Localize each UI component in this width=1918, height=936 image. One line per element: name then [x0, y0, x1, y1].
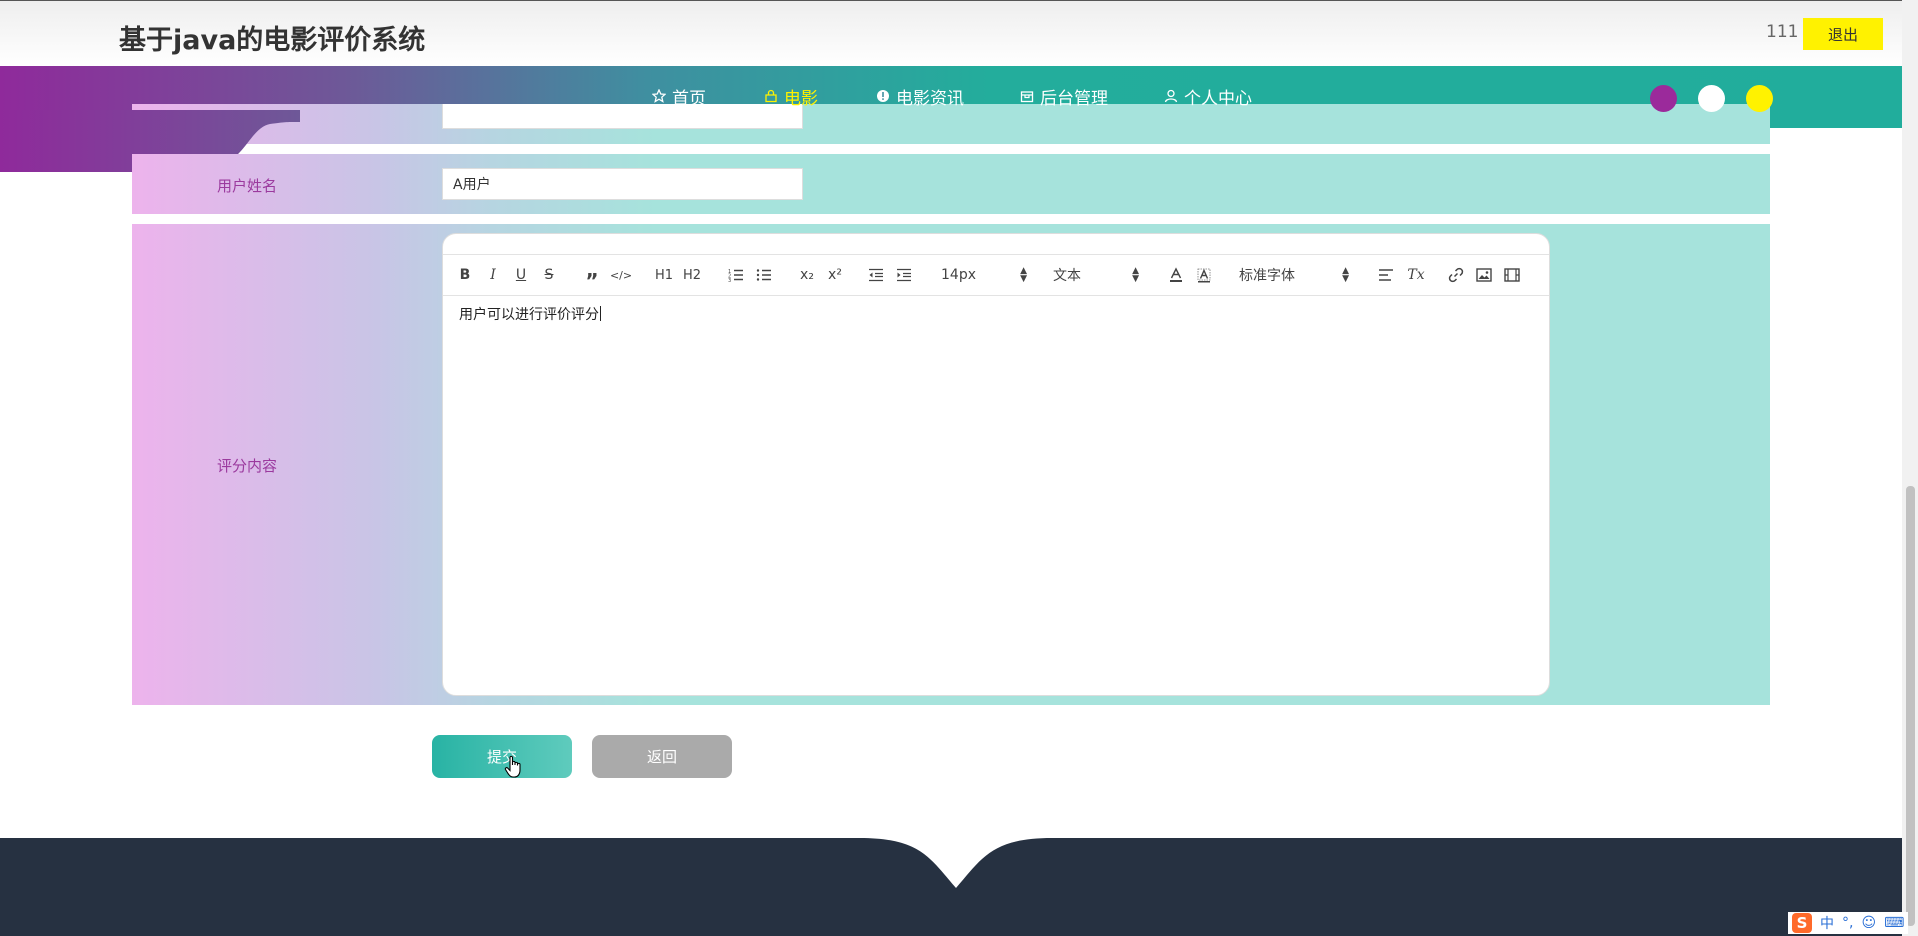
svg-text:3: 3	[728, 278, 731, 282]
editor-toolbar: B I U S ” </> H1 H2 123 x₂ x² 14px ▲ ▼ 文本…	[443, 254, 1549, 296]
align-left-icon[interactable]	[1377, 265, 1395, 285]
form-row-user-name: 用户姓名	[132, 154, 1770, 214]
bullet-list-icon[interactable]	[755, 265, 773, 285]
link-icon[interactable]	[1447, 265, 1465, 285]
scrollbar-thumb[interactable]	[1906, 486, 1915, 926]
bold-button[interactable]: B	[457, 265, 473, 285]
emoji-icon[interactable]: ☺	[1861, 915, 1876, 931]
hand-cursor-icon	[504, 755, 521, 778]
ime-toolbar: S 中 °, ☺ ⌨	[1788, 912, 1909, 934]
review-label: 评分内容	[217, 457, 278, 475]
select-arrows-icon: ▲ ▼	[1020, 266, 1027, 284]
ime-punctuation[interactable]: °,	[1842, 915, 1853, 931]
heading-1-button[interactable]: H1	[653, 265, 675, 285]
image-icon[interactable]	[1475, 265, 1493, 285]
star-icon	[652, 89, 666, 103]
font-size-select[interactable]: 14px ▲ ▼	[941, 265, 1027, 285]
superscript-button[interactable]: x²	[825, 265, 845, 285]
nav-item-label: 个人中心	[1184, 88, 1252, 109]
nav-item-label: 首页	[672, 88, 706, 109]
nav-item-admin[interactable]: 后台管理	[1020, 84, 1108, 109]
sogou-logo-icon[interactable]: S	[1792, 913, 1812, 933]
theme-dot-purple[interactable]	[1650, 85, 1677, 112]
header-type-select[interactable]: 文本 ▲ ▼	[1053, 265, 1139, 285]
form-row-previous	[132, 104, 1770, 144]
nav-item-label: 电影	[784, 88, 818, 109]
nav-item-movies[interactable]: 电影	[764, 84, 818, 109]
rich-text-editor: B I U S ” </> H1 H2 123 x₂ x² 14px ▲ ▼ 文本…	[442, 233, 1550, 696]
font-family-value: 标准字体	[1239, 268, 1295, 284]
ordered-list-icon[interactable]: 123	[727, 265, 745, 285]
theme-dot-white[interactable]	[1698, 85, 1725, 112]
indent-icon[interactable]	[895, 265, 913, 285]
info-icon	[877, 90, 889, 102]
logout-button[interactable]: 退出	[1803, 18, 1883, 50]
theme-dot-yellow[interactable]	[1746, 85, 1773, 112]
ime-language[interactable]: 中	[1820, 913, 1834, 933]
user-icon	[1164, 89, 1178, 103]
user-name-input[interactable]	[442, 168, 803, 200]
subscript-button[interactable]: x₂	[797, 265, 817, 285]
outdent-icon[interactable]	[867, 265, 885, 285]
blockquote-button[interactable]: ”	[583, 265, 601, 293]
shop-icon	[765, 89, 777, 103]
nav-item-home[interactable]: 首页	[652, 84, 706, 109]
back-button[interactable]: 返回	[592, 735, 732, 778]
font-size-value: 14px	[941, 267, 976, 283]
background-color-icon[interactable]	[1195, 265, 1213, 285]
box-icon	[1020, 91, 1034, 103]
user-name-label: 用户姓名	[217, 177, 278, 195]
strike-button[interactable]: S	[541, 265, 557, 285]
select-arrows-icon: ▲ ▼	[1342, 266, 1349, 284]
underline-button[interactable]: U	[513, 265, 529, 285]
italic-button[interactable]: I	[485, 265, 501, 285]
nav-item-news[interactable]: 电影资讯	[876, 84, 964, 109]
text-caret	[600, 306, 601, 321]
font-family-select[interactable]: 标准字体 ▲ ▼	[1239, 265, 1349, 285]
username: 111	[1766, 22, 1799, 42]
heading-2-button[interactable]: H2	[681, 265, 703, 285]
video-icon[interactable]	[1503, 265, 1521, 285]
footer-notch-decoration	[0, 838, 1902, 888]
header-type-value: 文本	[1053, 268, 1081, 284]
nav-item-label: 电影资讯	[896, 88, 964, 109]
select-arrows-icon: ▲ ▼	[1132, 266, 1139, 284]
keyboard-icon[interactable]: ⌨	[1884, 915, 1904, 931]
nav-item-profile[interactable]: 个人中心	[1164, 84, 1252, 109]
nav-item-label: 后台管理	[1040, 88, 1108, 109]
review-text: 用户可以进行评价评分	[459, 307, 599, 323]
previous-field-input[interactable]	[442, 104, 803, 129]
site-title: 基于java的电影评价系统	[119, 25, 426, 56]
editor-content-area[interactable]: 用户可以进行评价评分	[459, 304, 1533, 324]
code-block-button[interactable]: </>	[610, 265, 632, 285]
clean-format-button[interactable]: Tx	[1405, 265, 1427, 285]
submit-button[interactable]: 提交	[432, 735, 572, 778]
text-color-icon[interactable]	[1167, 265, 1185, 285]
